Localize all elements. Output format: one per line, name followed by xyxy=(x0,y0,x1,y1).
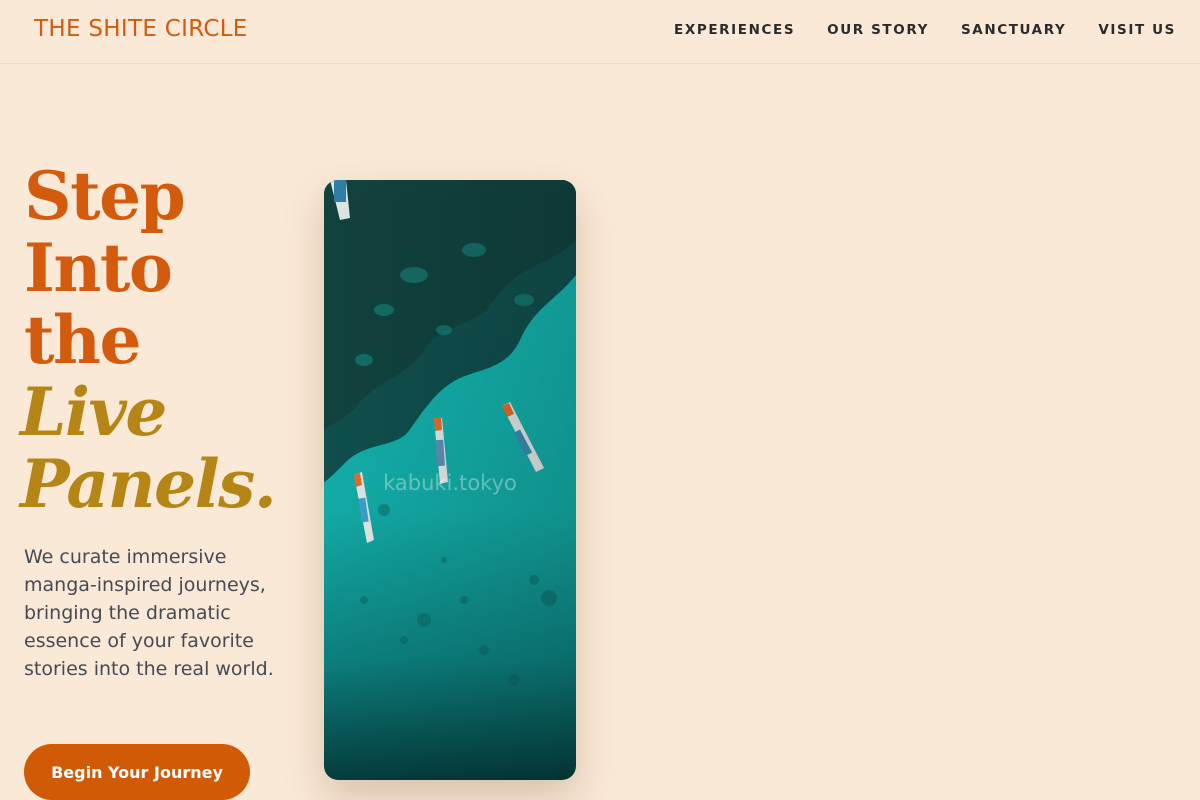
nav-our-story[interactable]: OUR STORY xyxy=(827,22,929,38)
headline-line-the: the xyxy=(24,301,141,379)
hero-image-boats: kabuki.tokyo xyxy=(324,180,576,780)
headline-line-step: Step xyxy=(24,157,186,235)
nav-experiences[interactable]: EXPERIENCES xyxy=(674,22,795,38)
brand-logo-link[interactable]: THE SHITE CIRCLE xyxy=(34,16,248,42)
hero-headline: Step Into the Live Panels. xyxy=(20,157,277,520)
hero-description: We curate immersive manga-inspired journ… xyxy=(24,546,274,680)
begin-journey-button[interactable]: Begin Your Journey xyxy=(24,744,250,800)
aerial-boats-illustration: kabuki.tokyo xyxy=(324,180,576,780)
top-nav: THE SHITE CIRCLE EXPERIENCES OUR STORY S… xyxy=(0,0,1200,64)
image-watermark: kabuki.tokyo xyxy=(383,471,517,495)
nav-links: EXPERIENCES OUR STORY SANCTUARY VISIT US xyxy=(642,22,1176,38)
headline-line-into: Into xyxy=(24,229,173,307)
headline-accent-panels: Panels. xyxy=(20,445,277,523)
headline-accent-live: Live xyxy=(20,373,167,451)
nav-visit-us[interactable]: VISIT US xyxy=(1098,22,1176,38)
nav-sanctuary[interactable]: SANCTUARY xyxy=(961,22,1066,38)
